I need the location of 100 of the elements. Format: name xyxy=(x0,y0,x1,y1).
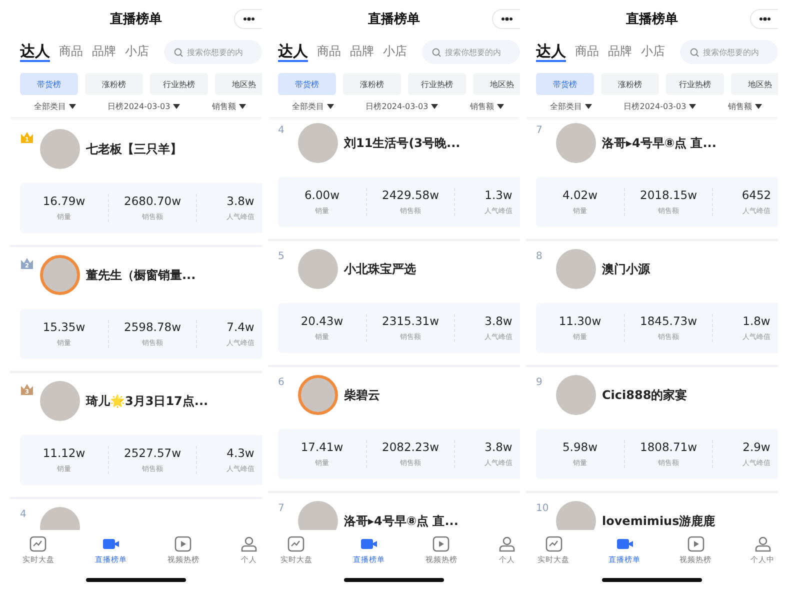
caret-icon xyxy=(239,104,246,108)
streamer-name[interactable]: 柴碧云 xyxy=(344,375,380,404)
caret-icon xyxy=(173,104,180,108)
caret-icon xyxy=(497,104,504,108)
category-tab[interactable]: 小店 xyxy=(125,42,149,62)
ranking-chip[interactable]: 地区热 xyxy=(473,73,520,95)
ranking-chip[interactable]: 带货榜 xyxy=(278,73,336,95)
ranking-chip[interactable]: 行业热榜 xyxy=(408,73,466,95)
stat-value: 4.02w xyxy=(562,188,598,202)
play-icon xyxy=(174,536,192,552)
caret-icon xyxy=(689,104,696,108)
stat-value: 20.43w xyxy=(300,314,344,328)
streamer-name[interactable]: 洛哥▸4号早⑧点 直... xyxy=(602,123,716,152)
streamer-name[interactable]: 琦儿🌟3月3日17点... xyxy=(86,381,208,410)
video-camera-icon xyxy=(102,536,120,552)
filter-dropdown[interactable]: 全部类目 xyxy=(550,100,592,112)
stat-value: 7.4w xyxy=(226,320,254,334)
more-button[interactable] xyxy=(750,9,778,29)
caret-icon xyxy=(68,104,76,108)
category-tab[interactable]: 商品 xyxy=(59,42,83,62)
streamer-name[interactable]: 澳门小源 xyxy=(602,249,650,278)
stat-value: 17.41w xyxy=(300,440,344,454)
category-tab[interactable]: 品牌 xyxy=(608,42,632,62)
streamer-name[interactable]: lovemimius游鹿鹿 xyxy=(602,501,716,530)
stat-value: 11.12w xyxy=(42,446,86,460)
streamer-name[interactable]: 小北珠宝严选 xyxy=(344,249,416,278)
category-tab[interactable]: 品牌 xyxy=(350,42,374,62)
search-icon xyxy=(432,48,441,56)
stat-value: 1845.73w xyxy=(640,314,697,328)
person-icon xyxy=(498,536,516,552)
category-tab[interactable]: 小店 xyxy=(641,42,665,62)
ranking-chip[interactable]: 地区热 xyxy=(731,73,778,95)
person-icon xyxy=(754,536,772,552)
stat-value: 1.3w xyxy=(484,188,512,202)
filter-dropdown[interactable]: 销售额 xyxy=(470,100,504,112)
caret-icon xyxy=(755,104,762,108)
ranking-chip[interactable]: 涨粉榜 xyxy=(85,73,143,95)
page-title: 直播榜单 xyxy=(110,10,162,28)
chart-icon xyxy=(29,536,48,552)
filter-dropdown[interactable]: 全部类目 xyxy=(292,100,334,112)
stat-value: 1808.71w xyxy=(640,440,697,454)
streamer-name[interactable]: Cici888的家宴 xyxy=(602,375,688,404)
stat-value: 6452 xyxy=(742,188,772,202)
rank-number: 4 xyxy=(278,124,286,136)
category-tab[interactable]: 达人 xyxy=(536,42,566,62)
chart-icon xyxy=(287,536,306,552)
stat-value: 1.8w xyxy=(742,314,770,328)
ranking-chip[interactable]: 涨粉榜 xyxy=(601,73,659,95)
stat-value: 2527.57w xyxy=(124,446,181,460)
ranking-chip[interactable]: 涨粉榜 xyxy=(343,73,401,95)
ranking-chip[interactable]: 带货榜 xyxy=(536,73,594,95)
rank-number: 7 xyxy=(536,124,544,136)
play-icon xyxy=(686,536,704,552)
video-camera-icon xyxy=(616,536,634,552)
category-tab[interactable]: 商品 xyxy=(575,42,599,62)
stat-value: 2082.23w xyxy=(382,440,439,454)
page-title: 直播榜单 xyxy=(626,10,678,28)
stat-value: 5.98w xyxy=(562,440,598,454)
streamer-name[interactable]: 洛哥▸4号早⑧点 直... xyxy=(344,501,458,530)
category-tab[interactable]: 商品 xyxy=(317,42,341,62)
rank-number: 5 xyxy=(278,250,286,262)
rank-number: 4 xyxy=(20,508,28,520)
rank-number: 8 xyxy=(536,250,544,262)
category-tab[interactable]: 品牌 xyxy=(92,42,116,62)
more-icon xyxy=(501,17,513,21)
filter-dropdown[interactable]: 销售额 xyxy=(728,100,762,112)
search-icon xyxy=(690,48,699,56)
search-icon xyxy=(174,48,183,56)
filter-dropdown[interactable]: 全部类目 xyxy=(34,100,76,112)
stat-value: 15.35w xyxy=(42,320,86,334)
category-tab[interactable]: 达人 xyxy=(278,42,308,62)
filter-dropdown[interactable]: 日榜2024-03-03 xyxy=(108,100,180,112)
chart-icon xyxy=(544,536,562,552)
person-icon xyxy=(240,536,258,552)
streamer-name[interactable]: 刘11生活号(3号晚... xyxy=(344,123,460,152)
category-tab[interactable]: 达人 xyxy=(20,42,50,62)
streamer-name[interactable]: 董先生（橱窗销量... xyxy=(86,255,196,284)
more-icon xyxy=(243,17,255,21)
page-title: 直播榜单 xyxy=(368,10,420,28)
category-tab[interactable]: 小店 xyxy=(383,42,407,62)
ranking-chip[interactable]: 带货榜 xyxy=(20,73,78,95)
caret-icon xyxy=(326,104,334,108)
filter-dropdown[interactable]: 日榜2024-03-03 xyxy=(624,100,696,112)
rank-number: 10 xyxy=(536,502,550,514)
stat-value: 3.8w xyxy=(484,314,512,328)
rank-number: 9 xyxy=(536,376,544,388)
stat-value: 6.00w xyxy=(304,188,340,202)
rank-number: 6 xyxy=(278,376,286,388)
filter-dropdown[interactable]: 日榜2024-03-03 xyxy=(366,100,438,112)
stat-value: 2429.58w xyxy=(382,188,439,202)
stat-value: 4.3w xyxy=(226,446,254,460)
stat-value: 2680.70w xyxy=(124,194,181,208)
ranking-chip[interactable]: 行业热榜 xyxy=(150,73,208,95)
stat-value: 2315.31w xyxy=(382,314,439,328)
more-icon xyxy=(759,17,771,21)
stat-value: 16.79w xyxy=(42,194,86,208)
ranking-chip[interactable]: 行业热榜 xyxy=(666,73,724,95)
filter-dropdown[interactable]: 销售额 xyxy=(212,100,246,112)
ranking-chip[interactable]: 地区热 xyxy=(215,73,262,95)
streamer-name[interactable]: 七老板【三只羊】 xyxy=(86,129,182,158)
